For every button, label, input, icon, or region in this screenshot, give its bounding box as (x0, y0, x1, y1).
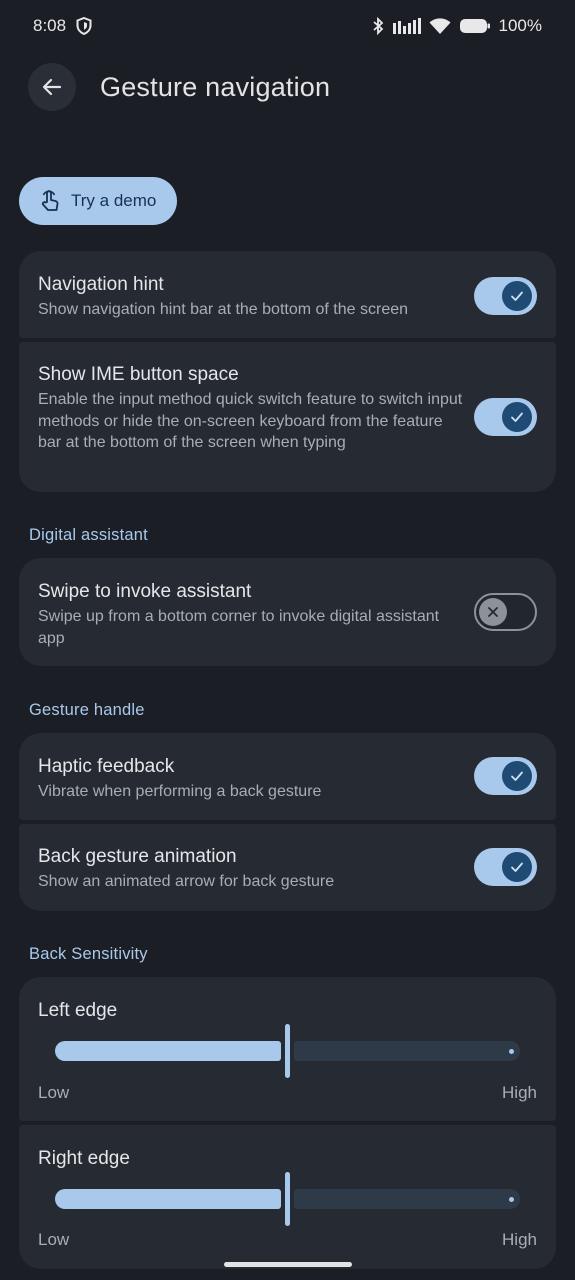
haptic-feedback-title: Haptic feedback (38, 756, 175, 777)
touch-gesture-icon (39, 189, 61, 213)
ime-space-title: Show IME button space (38, 364, 239, 385)
left-edge-card: Left edge Low High (19, 977, 556, 1121)
try-demo-button[interactable]: Try a demo (19, 177, 177, 225)
left-edge-slider-active-track[interactable] (55, 1041, 281, 1061)
check-icon (502, 402, 532, 432)
swipe-assistant-row[interactable]: Swipe to invoke assistant Swipe up from … (19, 558, 556, 666)
right-edge-slider-inactive-track[interactable] (294, 1189, 520, 1209)
cellular-signal-icon (392, 17, 421, 35)
navigation-hint-row[interactable]: Navigation hint Show navigation hint bar… (19, 251, 556, 338)
digital-assistant-header: Digital assistant (29, 526, 148, 544)
vpn-shield-icon (76, 17, 92, 35)
left-edge-slider-inactive-track[interactable] (294, 1041, 520, 1061)
haptic-feedback-row[interactable]: Haptic feedback Vibrate when performing … (19, 733, 556, 820)
wifi-icon (429, 17, 451, 35)
swipe-assistant-subtitle: Swipe up from a bottom corner to invoke … (38, 608, 440, 647)
home-indicator[interactable] (224, 1262, 352, 1267)
right-edge-high-label: High (502, 1230, 537, 1249)
left-edge-slider-handle[interactable] (285, 1024, 290, 1078)
bluetooth-icon (371, 17, 385, 35)
swipe-assistant-switch[interactable] (474, 593, 537, 631)
top-app-bar: Gesture navigation (0, 60, 575, 120)
status-right: 100% (371, 16, 542, 36)
left-edge-slider-stop-dot (509, 1049, 514, 1054)
left-edge-high-label: High (502, 1083, 537, 1102)
right-edge-slider-active-track[interactable] (55, 1189, 281, 1209)
back-gesture-animation-title: Back gesture animation (38, 846, 237, 867)
page-title: Gesture navigation (100, 72, 331, 102)
back-sensitivity-header: Back Sensitivity (29, 945, 148, 963)
back-gesture-animation-row[interactable]: Back gesture animation Show an animated … (19, 824, 556, 911)
right-edge-card: Right edge Low High (19, 1125, 556, 1269)
gesture-handle-header: Gesture handle (29, 701, 145, 719)
right-edge-slider-stop-dot (509, 1197, 514, 1202)
ime-button-space-row[interactable]: Show IME button space Enable the input m… (19, 342, 556, 492)
check-icon (502, 852, 532, 882)
ime-space-switch[interactable] (474, 398, 537, 436)
back-gesture-animation-subtitle: Show an animated arrow for back gesture (38, 873, 335, 890)
arrow-back-icon (40, 75, 64, 99)
navigation-hint-subtitle: Show navigation hint bar at the bottom o… (38, 301, 409, 318)
status-bar: 8:08 100% (0, 0, 575, 52)
right-edge-low-label: Low (38, 1230, 70, 1249)
right-edge-title: Right edge (38, 1148, 130, 1169)
swipe-assistant-title: Swipe to invoke assistant (38, 581, 252, 602)
battery-percent: 100% (498, 16, 542, 35)
back-gesture-animation-switch[interactable] (474, 848, 537, 886)
status-time: 8:08 (33, 16, 67, 35)
navigation-hint-title: Navigation hint (38, 274, 164, 295)
navigation-hint-switch[interactable] (474, 277, 537, 315)
haptic-feedback-switch[interactable] (474, 757, 537, 795)
right-edge-slider-handle[interactable] (285, 1172, 290, 1226)
status-left: 8:08 (33, 16, 92, 36)
ime-space-subtitle: Enable the input method quick switch fea… (38, 391, 463, 451)
check-icon (502, 281, 532, 311)
haptic-feedback-subtitle: Vibrate when performing a back gesture (38, 783, 322, 800)
battery-icon (459, 17, 491, 35)
left-edge-title: Left edge (38, 1000, 118, 1021)
back-button[interactable] (28, 63, 76, 111)
check-icon (502, 761, 532, 791)
try-demo-label: Try a demo (71, 191, 157, 210)
close-icon (479, 598, 507, 626)
left-edge-low-label: Low (38, 1083, 70, 1102)
